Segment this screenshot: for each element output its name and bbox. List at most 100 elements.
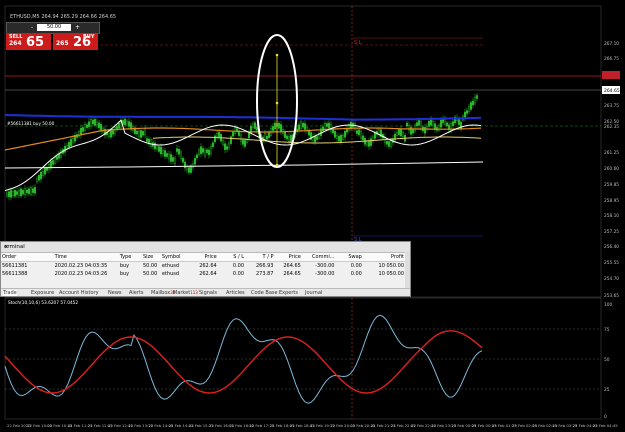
order-row[interactable]: 56611388 2020.02.23 04:03:26 buy 50.00 ethus… (1, 270, 405, 278)
osc-level-tick: 75 (604, 327, 610, 333)
candle-body (150, 139, 152, 147)
column-header[interactable]: Order (1, 253, 54, 262)
order-cell: ethusd (161, 271, 180, 277)
buy-button[interactable]: BUY 265 26 (53, 33, 98, 50)
column-header[interactable]: Swap (335, 253, 363, 262)
candle-body (186, 166, 188, 171)
terminal-titlebar: erminal × (1, 242, 410, 253)
candle-body (176, 148, 178, 152)
candle-body (32, 188, 34, 193)
terminal-scrollbar[interactable] (405, 252, 410, 288)
candle-body (406, 122, 408, 127)
candle-body (286, 135, 288, 140)
terminal-tab[interactable]: Trade (3, 290, 17, 296)
candle-body (108, 131, 110, 137)
price-tick: 267.10 (604, 41, 619, 47)
candle-body (168, 153, 170, 160)
column-header[interactable]: Symbol (160, 253, 189, 262)
order-cell: 262.64 (199, 263, 217, 269)
candle-body (140, 130, 142, 138)
candle-body (418, 120, 420, 126)
price-tick: 266.75 (604, 56, 619, 62)
price-tick: 260.60 (604, 166, 619, 172)
terminal-tab[interactable]: Alerts (129, 290, 144, 296)
price-tick: 255.55 (604, 260, 619, 266)
order-row[interactable]: 56611381 2020.02.23 04:03:35 buy 50.00 ethus… (1, 262, 405, 271)
candle-body (172, 157, 174, 162)
order-cell: -300.00 (315, 271, 335, 277)
candle-body (84, 123, 86, 131)
column-header[interactable]: S / L (217, 253, 246, 262)
candle-body (284, 131, 286, 138)
candle-body (360, 130, 362, 139)
candle-body (10, 190, 12, 198)
candle-body (12, 191, 14, 196)
position-label: #56611381 buy 50.00 (7, 121, 55, 126)
terminal-tab[interactable]: Experts (279, 290, 298, 296)
column-header[interactable]: Price (274, 253, 302, 262)
osc-level-tick: 25 (604, 387, 610, 393)
order-cell: 10 050.00 (378, 271, 404, 277)
candle-body (252, 123, 254, 129)
candle-body (166, 153, 168, 157)
candle-body (466, 110, 468, 114)
column-header[interactable]: Type (118, 253, 142, 262)
column-header[interactable]: Profit (362, 253, 405, 262)
terminal-tab[interactable]: Articles (226, 290, 245, 296)
terminal-tab[interactable]: Code Base (251, 290, 278, 296)
candle-body (254, 122, 256, 129)
candle-body (356, 130, 358, 134)
column-header[interactable]: Price (188, 253, 218, 262)
close-icon[interactable]: × (4, 244, 406, 250)
oscillator-label: Stoch(10,10,6) 53.6207 57.0452 (8, 300, 78, 306)
candle-body (114, 127, 116, 134)
candle-body (66, 145, 68, 149)
candle-body (40, 171, 42, 180)
terminal-tab[interactable]: News (108, 290, 122, 296)
sell-price-big: 65 (26, 35, 45, 50)
candle-body (144, 128, 146, 135)
candle-body (228, 142, 230, 149)
price-tick: 254.70 (604, 276, 619, 282)
order-cell: buy (119, 263, 130, 269)
terminal-tab[interactable]: Account History (59, 290, 99, 296)
column-header[interactable]: T / P (245, 253, 275, 262)
order-cell: 0.00 (232, 271, 245, 277)
candle-body (344, 131, 346, 138)
candle-body (396, 132, 398, 136)
candle-body (112, 130, 114, 135)
candle-body (96, 121, 98, 126)
terminal-tab[interactable]: Signals (199, 290, 217, 296)
candle-body (80, 127, 82, 136)
candle-body (194, 158, 196, 165)
price-tick: 259.85 (604, 182, 619, 188)
candle-body (460, 121, 462, 130)
terminal-tab[interactable]: Market113 (173, 290, 198, 296)
price-chart[interactable]: S.L S.L #56611381 buy 50.00 267.10266.75… (3, 0, 625, 432)
candle-body (72, 138, 74, 143)
candle-body (160, 146, 162, 155)
price-tick: 256.40 (604, 244, 619, 250)
sell-button[interactable]: SELL 264 65 (6, 33, 51, 50)
lot-increase-button[interactable]: + (75, 24, 80, 31)
candle-body (16, 191, 18, 195)
terminal-tab[interactable]: Exposure (31, 290, 54, 296)
candle-body (268, 132, 270, 138)
terminal-tab[interactable]: Journal (305, 290, 322, 296)
sell-price-small: 264 (9, 40, 22, 47)
terminal-tab[interactable]: Mailbox38 (151, 290, 175, 296)
price-axis: 267.10266.75265.90264.65263.75262.50262.… (604, 41, 619, 299)
column-header[interactable]: Commi... (301, 253, 336, 262)
lot-decrease-button[interactable]: - (31, 24, 33, 31)
column-header[interactable]: Size (141, 253, 161, 262)
candle-body (240, 134, 242, 142)
candle-body (38, 175, 40, 181)
price-tick: 258.95 (604, 198, 619, 204)
column-header[interactable]: Time (53, 253, 119, 262)
lot-size-input[interactable]: 50.00 (37, 24, 71, 31)
candle-body (232, 132, 234, 137)
candle-body (278, 123, 280, 129)
ma-blue-line (4, 114, 482, 121)
orders-table: Order Time Type Size Symbol Price S / LT / P Pr… (1, 253, 405, 278)
candle-body (298, 124, 300, 130)
